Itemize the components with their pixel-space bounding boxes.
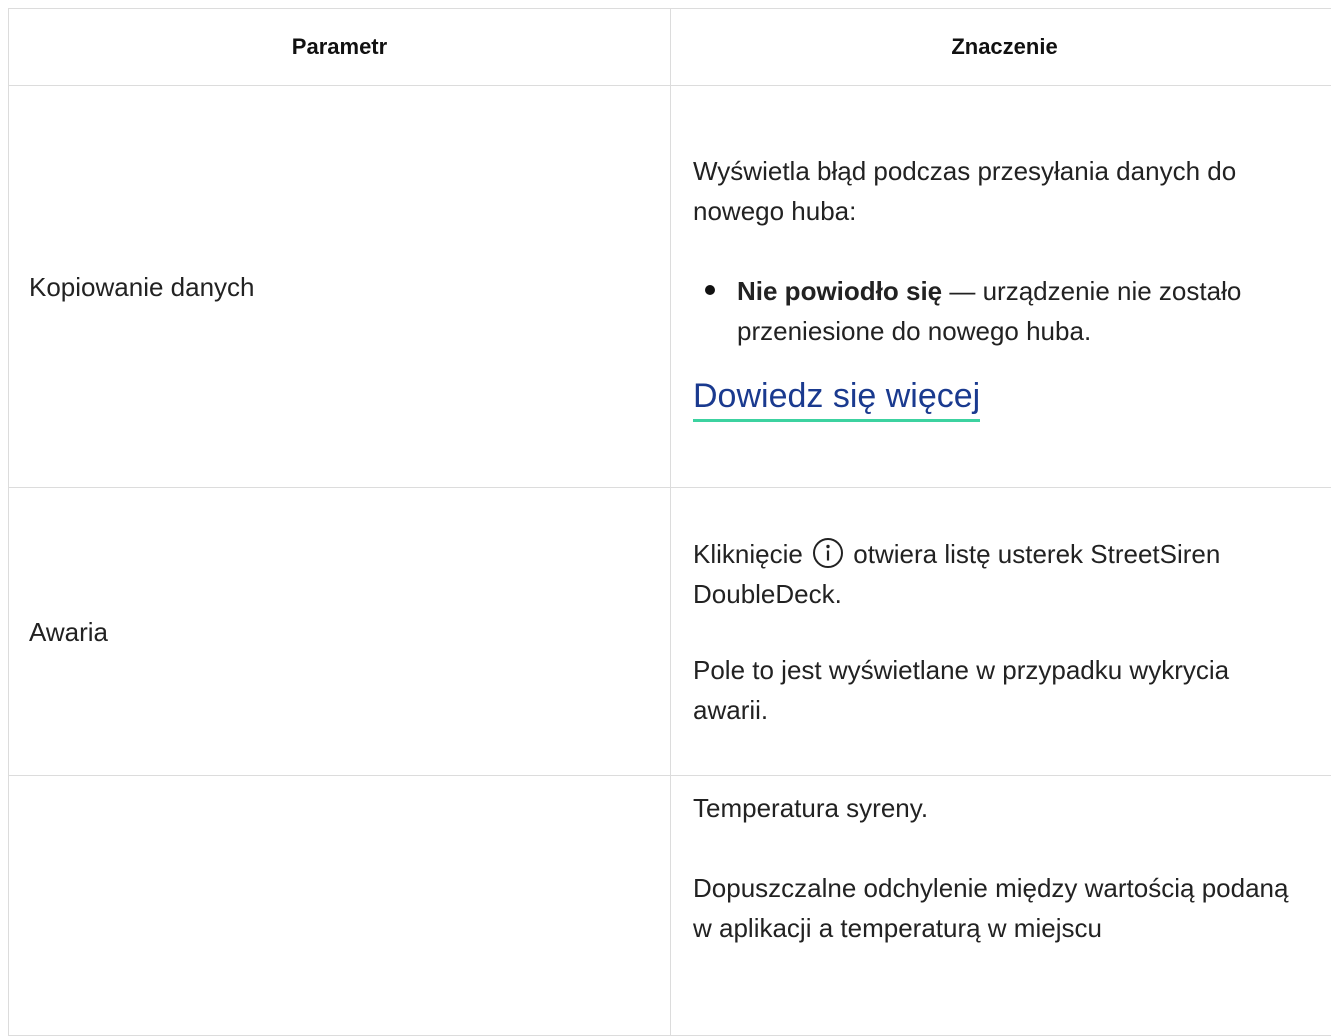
fault-visibility-note: Pole to jest wyświetlane w przypadku wyk… xyxy=(693,650,1298,730)
param-name-temperature xyxy=(9,776,671,1036)
param-value-temperature: Temperatura syreny. Dopuszczalne odchyle… xyxy=(671,776,1331,1036)
fault-text-before-icon: Kliknięcie xyxy=(693,539,810,569)
table-row: Kopiowanie danych Wyświetla błąd podczas… xyxy=(9,86,1331,488)
temperature-description: Temperatura syreny. xyxy=(693,788,1298,828)
temperature-deviation-note: Dopuszczalne odchylenie między wartością… xyxy=(693,868,1298,948)
param-value-data-copy: Wyświetla błąd podczas przesyłania danyc… xyxy=(671,86,1331,488)
info-icon xyxy=(812,537,844,569)
table-row: Temperatura syreny. Dopuszczalne odchyle… xyxy=(9,776,1331,1036)
header-parameter: Parametr xyxy=(9,9,671,86)
parameters-table: Parametr Znaczenie Kopiowanie danych Wyś… xyxy=(8,8,1331,1036)
param-value-fault: Kliknięcie otwiera listę usterek StreetS… xyxy=(671,488,1331,776)
status-failed-label: Nie powiodło się xyxy=(737,276,942,306)
data-copy-description: Wyświetla błąd podczas przesyłania danyc… xyxy=(693,151,1298,231)
param-name-data-copy: Kopiowanie danych xyxy=(9,86,671,488)
fault-description: Kliknięcie otwiera listę usterek StreetS… xyxy=(693,534,1298,614)
table-header-row: Parametr Znaczenie xyxy=(9,9,1331,86)
learn-more-link[interactable]: Dowiedz się więcej xyxy=(693,375,980,422)
data-copy-status-list: Nie powiodło się — urządzenie nie został… xyxy=(693,271,1298,351)
list-item: Nie powiodło się — urządzenie nie został… xyxy=(737,271,1298,351)
param-name-fault: Awaria xyxy=(9,488,671,776)
table-row: Awaria Kliknięcie otwiera listę usterek … xyxy=(9,488,1331,776)
header-meaning: Znaczenie xyxy=(671,9,1331,86)
